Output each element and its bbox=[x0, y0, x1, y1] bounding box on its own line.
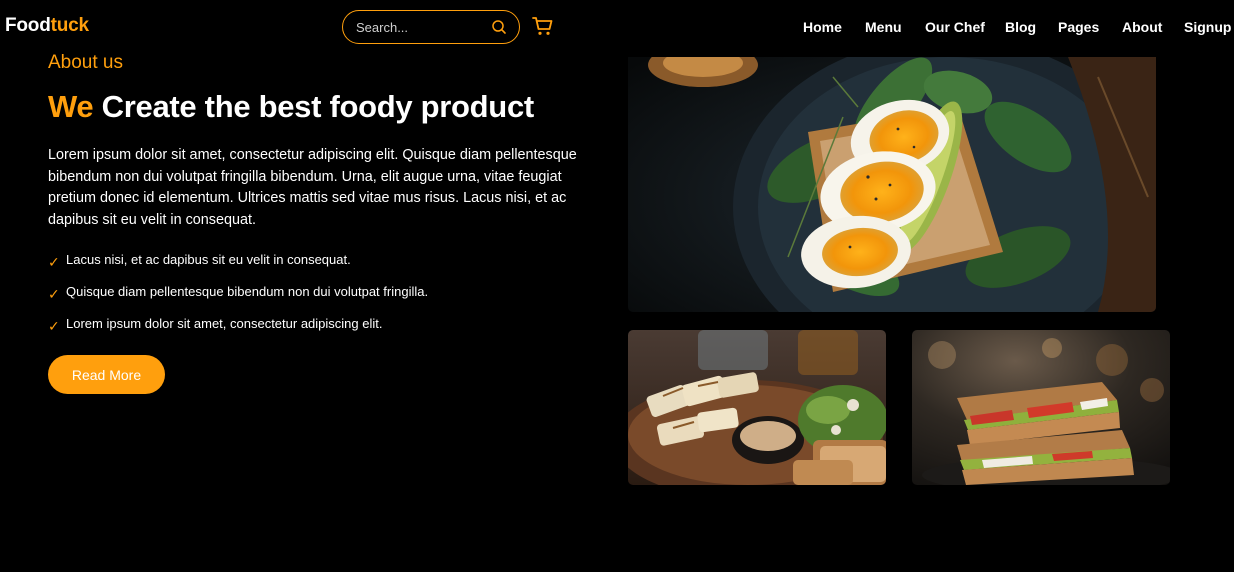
nav-home[interactable]: Home bbox=[803, 18, 842, 36]
section-eyebrow: About us bbox=[48, 52, 123, 73]
feature-checklist: ✓ Lacus nisi, et ac dapibus sit eu velit… bbox=[48, 250, 608, 346]
check-icon: ✓ bbox=[48, 254, 60, 270]
search-input[interactable] bbox=[356, 18, 488, 36]
checklist-item-label: Quisque diam pellentesque bibendum non d… bbox=[66, 284, 429, 299]
nav-menu[interactable]: Menu bbox=[865, 18, 902, 36]
section-headline: We Create the best foody product bbox=[48, 88, 534, 126]
about-paragraph: Lorem ipsum dolor sit amet, consectetur … bbox=[48, 147, 577, 228]
sandwich-photo bbox=[912, 330, 1170, 485]
checklist-item-label: Lorem ipsum dolor sit amet, consectetur … bbox=[66, 316, 383, 331]
nav-about[interactable]: About bbox=[1122, 18, 1162, 36]
cart-icon[interactable] bbox=[532, 16, 554, 36]
brand-logo[interactable]: Foodtuck bbox=[5, 14, 89, 38]
headline-rest: Create the best foody product bbox=[101, 89, 535, 124]
checklist-item: ✓ Quisque diam pellentesque bibendum non… bbox=[48, 282, 608, 314]
nav-our-chef[interactable]: Our Chef bbox=[925, 18, 985, 36]
checklist-item: ✓ Lorem ipsum dolor sit amet, consectetu… bbox=[48, 314, 608, 346]
grilled-dish-photo bbox=[628, 330, 886, 485]
checklist-item: ✓ Lacus nisi, et ac dapibus sit eu velit… bbox=[48, 250, 608, 282]
nav-signup[interactable]: Signup bbox=[1184, 18, 1231, 36]
check-icon: ✓ bbox=[48, 318, 60, 334]
page: Foodtuck Home Menu Our Chef Blog Pages A… bbox=[0, 0, 1234, 572]
check-icon: ✓ bbox=[48, 286, 60, 302]
brand-logo-part1: Food bbox=[5, 15, 51, 36]
read-more-button[interactable]: Read More bbox=[48, 355, 165, 394]
egg-toast-photo bbox=[628, 57, 1156, 312]
search-icon[interactable] bbox=[491, 19, 507, 35]
search-bar bbox=[342, 10, 520, 44]
nav-blog[interactable]: Blog bbox=[1005, 18, 1036, 36]
brand-logo-part2: tuck bbox=[50, 15, 89, 36]
nav-pages[interactable]: Pages bbox=[1058, 18, 1099, 36]
headline-accent: We bbox=[48, 89, 94, 124]
checklist-item-label: Lacus nisi, et ac dapibus sit eu velit i… bbox=[66, 252, 351, 267]
navbar: Foodtuck Home Menu Our Chef Blog Pages A… bbox=[0, 0, 1234, 52]
